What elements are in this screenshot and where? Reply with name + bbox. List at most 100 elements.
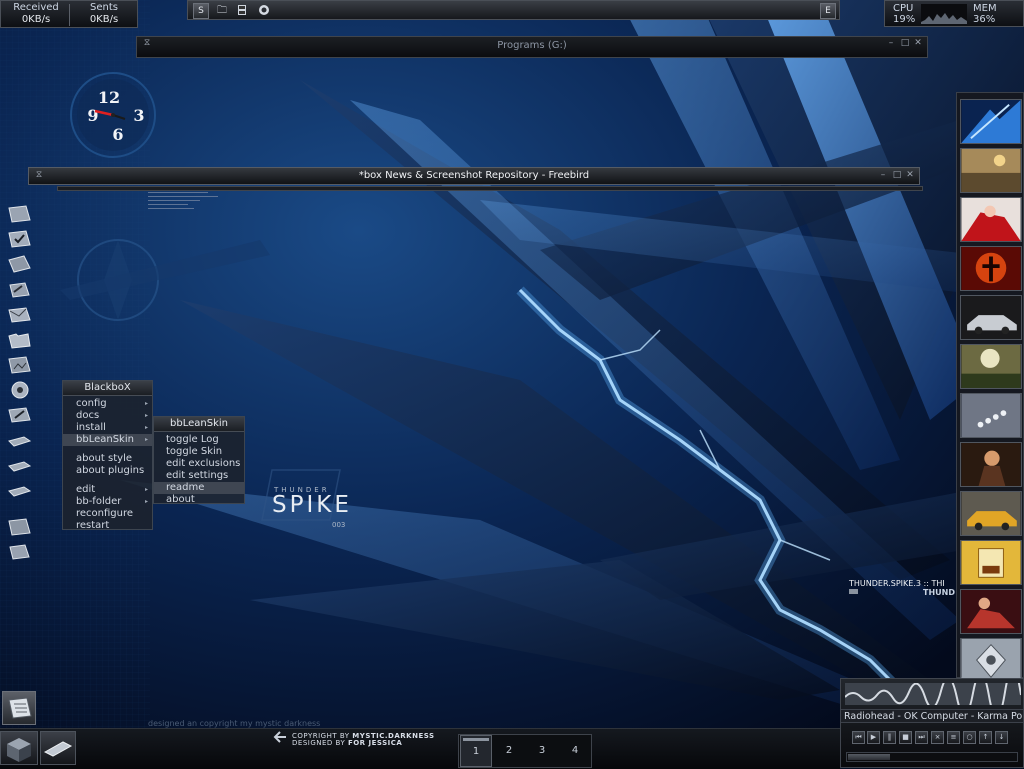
menu-title: bbLeanSkin xyxy=(154,417,244,432)
news-window[interactable]: ⧖ *box News & Screenshot Repository - Fr… xyxy=(28,167,923,191)
cpu-stat: CPU 19% xyxy=(893,3,915,25)
seek-bar[interactable] xyxy=(846,752,1018,762)
mail-icon[interactable] xyxy=(6,305,32,325)
menu-item-config[interactable]: config ▸ xyxy=(63,398,152,410)
playlist-button[interactable]: ≡ xyxy=(947,731,960,744)
menu-title: BlackboX xyxy=(63,381,152,396)
menu-item-edit-exclusions[interactable]: edit exclusions xyxy=(154,458,244,470)
submenu-arrow-icon: ▸ xyxy=(144,412,148,419)
menu-item-bb-folder[interactable]: bb-folder ▸ xyxy=(63,496,152,508)
workspace-2[interactable]: 2 xyxy=(493,735,525,767)
thumbnail-blue-spikes[interactable] xyxy=(960,99,1022,144)
play-button[interactable]: ▶ xyxy=(867,731,880,744)
folder-icon[interactable] xyxy=(6,330,32,350)
thumbnail-clouds[interactable] xyxy=(960,344,1022,389)
clock-3: 3 xyxy=(133,106,144,125)
network-icon[interactable] xyxy=(6,517,32,537)
menu-item-toggle-log[interactable]: toggle Log xyxy=(154,434,244,446)
thumbnail-couple[interactable] xyxy=(960,589,1022,634)
document-icon[interactable] xyxy=(6,254,32,274)
designer-credit-line: designed an copyright my mystic darkness xyxy=(148,719,321,728)
close-icon[interactable]: ✕ xyxy=(912,37,924,49)
menu-item-bbleanskin[interactable]: bbLeanSkin ▸ xyxy=(63,434,152,446)
menu-item-toggle-skin[interactable]: toggle Skin xyxy=(154,446,244,458)
close-icon[interactable]: ✕ xyxy=(904,169,916,181)
menu-item-label: about plugins xyxy=(76,465,145,476)
menu-item-about[interactable]: about xyxy=(154,494,244,506)
edit-icon[interactable] xyxy=(6,405,32,425)
thumbnail-red-portrait[interactable] xyxy=(960,197,1022,242)
thumbnail-marlboro[interactable] xyxy=(960,540,1022,585)
checklist-icon[interactable] xyxy=(6,229,32,249)
drive-task-icon[interactable] xyxy=(40,731,76,765)
globe-icon[interactable] xyxy=(257,4,271,17)
menu-item-label: config xyxy=(76,398,107,409)
menu-item-about-plugins[interactable]: about plugins xyxy=(63,465,152,477)
menu-item-label: about xyxy=(166,494,195,505)
menu-item-edit-settings[interactable]: edit settings xyxy=(154,470,244,482)
menu-item-restart[interactable]: restart xyxy=(63,520,152,532)
volume-down-button[interactable]: ↓ xyxy=(995,731,1008,744)
thumbnail-emblem[interactable] xyxy=(960,638,1022,683)
menu-item-label: edit exclusions xyxy=(166,458,241,469)
thumbnail-car[interactable] xyxy=(960,295,1022,340)
minimize-icon[interactable]: – xyxy=(877,169,889,181)
drive-icon[interactable] xyxy=(6,481,32,501)
prev-button[interactable]: ⏮ xyxy=(852,731,865,744)
menu-item-label: install xyxy=(76,422,106,433)
picture-icon[interactable] xyxy=(6,355,32,375)
drive-icon[interactable] xyxy=(6,456,32,476)
copyright-credit: COPYRIGHT BY MYSTIC.DARKNESS DESIGNED BY… xyxy=(292,733,435,747)
toolbar-e-button[interactable]: E xyxy=(820,3,836,19)
menu-item-edit[interactable]: edit ▸ xyxy=(63,484,152,496)
received-value: 0KB/s xyxy=(21,14,51,25)
toolbar-s-button[interactable]: S xyxy=(193,3,209,19)
back-arrow-icon[interactable] xyxy=(272,729,288,745)
volume-up-button[interactable]: ↑ xyxy=(979,731,992,744)
globe-icon[interactable] xyxy=(6,380,32,400)
notepad-launcher-icon[interactable] xyxy=(2,691,36,725)
menu-item-install[interactable]: install ▸ xyxy=(63,422,152,434)
folder-icon[interactable]: 🗀 xyxy=(215,4,229,17)
stop-button[interactable]: ■ xyxy=(899,731,912,744)
menu-item-label: bb-folder xyxy=(76,496,122,507)
ticker-scroll-handle[interactable] xyxy=(849,589,858,594)
maximize-icon[interactable]: □ xyxy=(899,37,911,49)
now-playing-track: Radiohead - OK Computer - Karma Police xyxy=(841,709,1023,723)
workspace-3[interactable]: 3 xyxy=(526,735,558,767)
minimize-icon[interactable]: – xyxy=(885,37,897,49)
pause-button[interactable]: ‖ xyxy=(883,731,896,744)
menu-item-label: toggle Skin xyxy=(166,446,223,457)
menu-item-readme[interactable]: readme xyxy=(154,482,244,494)
drive-icon[interactable] xyxy=(6,431,32,451)
menu-item-reconfigure[interactable]: reconfigure xyxy=(63,508,152,520)
thumbnail-woman[interactable] xyxy=(960,442,1022,487)
desktop-shortcut-icon[interactable] xyxy=(6,204,32,224)
options-button[interactable]: ○ xyxy=(963,731,976,744)
recycle-icon[interactable] xyxy=(6,542,32,562)
clock-6: 6 xyxy=(112,125,123,144)
film-icon[interactable] xyxy=(235,4,249,17)
thumbnail-red-cross[interactable] xyxy=(960,246,1022,291)
media-player: Radiohead - OK Computer - Karma Police ⏮… xyxy=(840,678,1024,768)
tools-icon[interactable] xyxy=(6,280,32,300)
thumbnail-spheres[interactable] xyxy=(960,393,1022,438)
thumbnail-yellow-car[interactable] xyxy=(960,491,1022,536)
window-toolbar-strip xyxy=(57,186,923,191)
workspace-1[interactable]: 1 xyxy=(460,735,492,767)
thumbnail-landscape[interactable] xyxy=(960,148,1022,193)
credit-prefix: DESIGNED BY xyxy=(292,739,346,747)
maximize-icon[interactable]: □ xyxy=(891,169,903,181)
submenu-arrow-icon: ▸ xyxy=(144,436,148,443)
next-button[interactable]: ⏭ xyxy=(915,731,928,744)
shuffle-button[interactable]: ⨯ xyxy=(931,731,944,744)
menu-item-docs[interactable]: docs ▸ xyxy=(63,410,152,422)
window-title: *box News & Screenshot Repository - Free… xyxy=(358,170,590,181)
programs-window[interactable]: ⧖ Programs (G:) – □ ✕ xyxy=(136,36,928,58)
workspace-4[interactable]: 4 xyxy=(559,735,591,767)
seek-bar-handle[interactable] xyxy=(848,754,890,760)
menu-item-about-style[interactable]: about style xyxy=(63,453,152,465)
start-cube-icon[interactable] xyxy=(0,731,38,765)
workspace-pager: 1 2 3 4 xyxy=(458,734,592,768)
menu-item-label: edit settings xyxy=(166,470,229,481)
